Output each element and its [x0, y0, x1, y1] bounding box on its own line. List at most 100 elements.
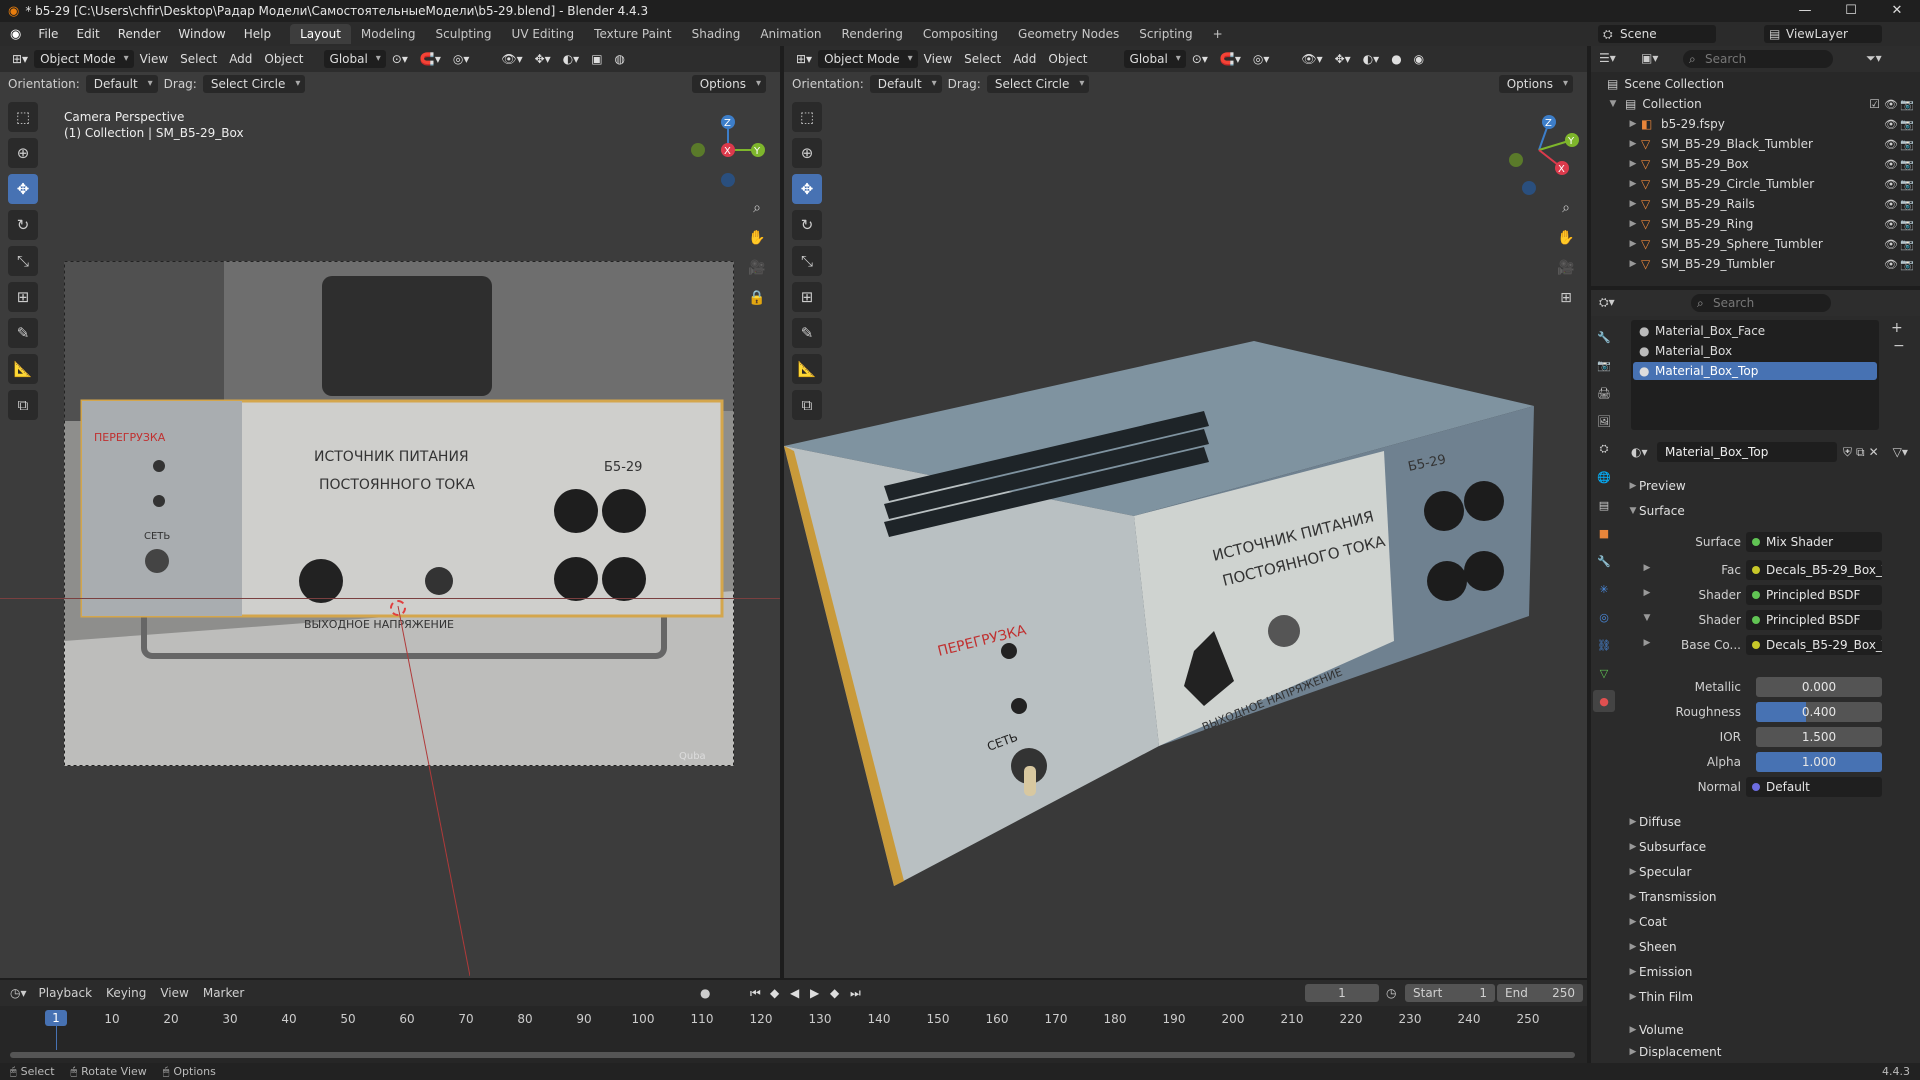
checkbox-icon[interactable]: ☑: [1869, 97, 1880, 111]
camera-icon[interactable]: 📷: [1900, 138, 1914, 151]
pivot-icon[interactable]: ⊙▾: [386, 50, 414, 68]
material-slot[interactable]: ● Material_Box_Top: [1633, 362, 1877, 380]
remove-slot-button[interactable]: −: [1893, 338, 1905, 354]
options-dropdown[interactable]: Options: [1498, 75, 1573, 93]
menu-help[interactable]: Help: [235, 27, 280, 41]
subpanel[interactable]: ▶ Coat: [1627, 910, 1917, 934]
play-reverse-icon[interactable]: ◀: [790, 986, 799, 1000]
outliner-editor-icon[interactable]: ☰▾: [1599, 51, 1616, 65]
view-layer-selector[interactable]: ▤ ViewLayer: [1764, 25, 1882, 43]
material-name-field[interactable]: Material_Box_Top: [1657, 442, 1837, 462]
cursor-tool-icon[interactable]: ⊕: [792, 138, 822, 168]
node-input-field[interactable]: Decals_B5-29_Box_T...: [1746, 560, 1882, 580]
outliner-item[interactable]: ▶ ▽ SM_B5-29_Box 👁 📷: [1591, 154, 1920, 174]
node-input-field[interactable]: Principled BSDF: [1746, 610, 1882, 630]
zoom-icon[interactable]: ⌕: [745, 196, 769, 220]
orientation-dropdown[interactable]: Default: [85, 75, 158, 93]
right-viewport[interactable]: ⊞▾ Object Mode View Select Add Object Gl…: [784, 46, 1587, 978]
collection-row[interactable]: ▼ ▤ Collection ☑ 👁 📷: [1591, 94, 1920, 114]
preview-panel[interactable]: ▶ Preview: [1627, 474, 1917, 498]
duplicate-icon[interactable]: ⧉: [1856, 445, 1865, 460]
tab-rendering[interactable]: Rendering: [832, 24, 913, 44]
collapse-arrow-icon[interactable]: ▶: [1641, 638, 1653, 648]
surface-shader-field[interactable]: Mix Shader: [1746, 532, 1882, 552]
fake-user-icon[interactable]: ⛨: [1843, 445, 1852, 460]
navigation-gizmo[interactable]: Z Y X: [1494, 110, 1584, 200]
expand-arrow-icon[interactable]: ▶: [1627, 239, 1639, 249]
display-mode-icon[interactable]: ▣▾: [1641, 51, 1658, 65]
expand-arrow-icon[interactable]: ▶: [1627, 199, 1639, 209]
material-browse-icon[interactable]: ◐▾: [1631, 445, 1657, 459]
snap-icon[interactable]: 🧲▾: [414, 50, 447, 68]
displacement-panel[interactable]: ▶ Displacement: [1627, 1040, 1917, 1064]
expand-arrow-icon[interactable]: ▶: [1627, 119, 1639, 129]
tab-texture-paint[interactable]: Texture Paint: [584, 24, 681, 44]
eye-icon[interactable]: 👁: [1884, 118, 1898, 131]
camera-icon[interactable]: 📷: [1900, 258, 1914, 271]
pan-hand-icon[interactable]: ✋: [745, 226, 769, 250]
ior-field[interactable]: 1.500: [1756, 727, 1882, 747]
material-shading-icon[interactable]: ◉: [1408, 50, 1430, 68]
subpanel[interactable]: ▶ Transmission: [1627, 885, 1917, 909]
end-frame-field[interactable]: End 250: [1497, 984, 1583, 1002]
menu-view[interactable]: View: [160, 986, 188, 1000]
xray-icon[interactable]: ▣: [585, 50, 608, 68]
options-dropdown[interactable]: Options: [691, 75, 766, 93]
expand-arrow-icon[interactable]: ▶: [1627, 159, 1639, 169]
material-slot[interactable]: ● Material_Box_Face: [1633, 322, 1877, 340]
editor-type-icon[interactable]: ⊞▾: [790, 50, 818, 68]
annotate-tool-icon[interactable]: ✎: [8, 318, 38, 348]
scale-tool-icon[interactable]: ⤡: [8, 246, 38, 276]
menu-select[interactable]: Select: [958, 50, 1007, 68]
left-viewport[interactable]: ⊞▾ Object Mode View Select Add Object Gl…: [0, 46, 780, 978]
alpha-slider[interactable]: 1.000: [1756, 752, 1882, 772]
jump-start-icon[interactable]: ⏮: [750, 986, 761, 1001]
camera-icon[interactable]: 📷: [1900, 118, 1914, 131]
snap-icon[interactable]: 🧲▾: [1214, 50, 1247, 68]
eye-icon[interactable]: 👁: [1884, 218, 1898, 231]
material-datablock[interactable]: ◐▾ Material_Box_Top ⛨ ⧉ ✕ ▽▾: [1631, 442, 1917, 462]
maximize-button[interactable]: ☐: [1828, 0, 1874, 22]
lock-camera-icon[interactable]: 🔒: [745, 286, 769, 310]
minimize-button[interactable]: —: [1782, 0, 1828, 22]
world-tab-icon[interactable]: 🌐: [1593, 466, 1615, 488]
timeline-scrollbar[interactable]: [10, 1052, 1575, 1058]
pivot-icon[interactable]: ⊙▾: [1186, 50, 1214, 68]
proportional-icon[interactable]: ◎▾: [1247, 50, 1276, 68]
tab-compositing[interactable]: Compositing: [913, 24, 1008, 44]
tool-tab-icon[interactable]: 🔧: [1593, 326, 1615, 348]
visibility-icon[interactable]: 👁▾: [1295, 50, 1328, 68]
current-frame-field[interactable]: 1: [1305, 984, 1379, 1002]
camera-view-icon[interactable]: 🎥: [1554, 256, 1578, 280]
tab-layout[interactable]: Layout: [290, 24, 351, 44]
menu-keying[interactable]: Keying: [106, 986, 146, 1000]
rotate-tool-icon[interactable]: ↻: [8, 210, 38, 240]
tab-scripting[interactable]: Scripting: [1129, 24, 1202, 44]
expand-arrow-icon[interactable]: ▶: [1627, 259, 1639, 269]
editor-type-icon[interactable]: ⊞▾: [6, 50, 34, 68]
add-slot-button[interactable]: +: [1891, 320, 1903, 336]
next-key-icon[interactable]: ◆: [830, 986, 839, 1000]
tab-modeling[interactable]: Modeling: [351, 24, 426, 44]
collapse-arrow-icon[interactable]: ▶: [1641, 563, 1653, 573]
proportional-icon[interactable]: ◎▾: [447, 50, 476, 68]
jump-end-icon[interactable]: ⏭: [850, 986, 861, 1001]
subpanel[interactable]: ▶ Emission: [1627, 960, 1917, 984]
outliner-search[interactable]: ⌕ Search: [1683, 50, 1833, 68]
drag-dropdown[interactable]: Select Circle: [202, 75, 306, 93]
gizmo-icon[interactable]: ✥▾: [529, 50, 557, 68]
outliner-item[interactable]: ▶ ▽ SM_B5-29_Rails 👁 📷: [1591, 194, 1920, 214]
measure-tool-icon[interactable]: 📐: [8, 354, 38, 384]
outliner-item[interactable]: ▶ ▽ SM_B5-29_Tumbler 👁 📷: [1591, 254, 1920, 274]
close-button[interactable]: ✕: [1874, 0, 1920, 22]
outliner-item[interactable]: ▶ ▽ SM_B5-29_Ring 👁 📷: [1591, 214, 1920, 234]
solid-shading-icon[interactable]: ●: [1385, 50, 1407, 68]
camera-view-icon[interactable]: 🎥: [745, 256, 769, 280]
prev-key-icon[interactable]: ◆: [770, 986, 779, 1000]
select-tool-icon[interactable]: ⬚: [8, 102, 38, 132]
add-workspace-button[interactable]: +: [1203, 24, 1233, 44]
drag-dropdown[interactable]: Select Circle: [986, 75, 1090, 93]
subpanel[interactable]: ▶ Diffuse: [1627, 810, 1917, 834]
eye-icon[interactable]: 👁: [1884, 138, 1898, 151]
normal-field[interactable]: Default: [1746, 777, 1882, 797]
